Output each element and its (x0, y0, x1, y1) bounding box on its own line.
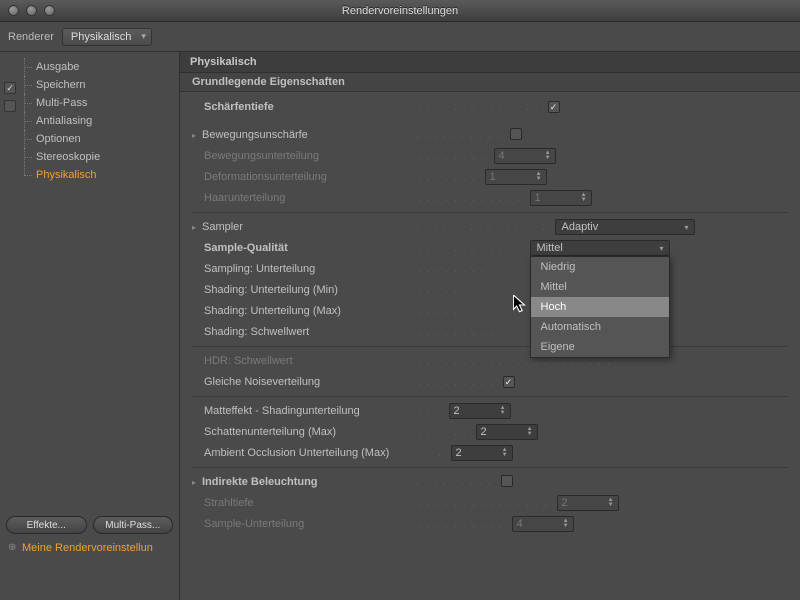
quality-option[interactable]: Hoch (531, 297, 669, 317)
renderer-label: Renderer (8, 31, 54, 43)
renderer-bar: Renderer Physikalisch (0, 22, 800, 52)
quality-option[interactable]: Mittel (531, 277, 669, 297)
renderer-select[interactable]: Physikalisch (62, 28, 152, 46)
sidebar-item-speichern[interactable]: Speichern (24, 76, 175, 94)
sample-sub-label: Sample-Unterteilung (204, 518, 414, 530)
ao-label: Ambient Occlusion Unterteilung (Max) (204, 447, 434, 459)
shadow-spinner[interactable]: 2▲▼ (476, 424, 538, 440)
gi-label: Indirekte Beleuchtung (202, 476, 412, 488)
sidebar-item-stereoskopie[interactable]: Stereoskopie (24, 148, 175, 166)
motion-label: Bewegungsunschärfe (202, 129, 412, 141)
sidebar-item-physikalisch[interactable]: Physikalisch (24, 166, 175, 184)
quality-select[interactable]: Mittel (530, 240, 670, 256)
motion-checkbox[interactable] (510, 128, 522, 140)
zoom-icon[interactable] (44, 5, 55, 16)
my-render-preset[interactable]: Meine Rendervoreinstellun (6, 542, 173, 554)
raydepth-label: Strahltiefe (204, 497, 414, 509)
group-title: Grundlegende Eigenschaften (180, 73, 800, 92)
quality-option[interactable]: Automatisch (531, 317, 669, 337)
dof-label: Schärfentiefe (204, 101, 414, 113)
matte-spinner[interactable]: 2▲▼ (449, 403, 511, 419)
gi-checkbox[interactable] (501, 475, 513, 487)
checkbox-multipass[interactable] (4, 100, 16, 112)
deform-sub-label: Deformationsunterteilung (204, 171, 414, 183)
panel-title: Physikalisch (180, 52, 800, 73)
sidebar: ✓ Ausgabe Speichern Multi-Pass Antialias… (0, 52, 180, 600)
quality-dropdown-menu[interactable]: NiedrigMittelHochAutomatischEigene (530, 256, 670, 358)
render-tree: Ausgabe Speichern Multi-Pass Antialiasin… (0, 58, 179, 184)
window-titlebar: Rendervoreinstellungen (0, 0, 800, 22)
hair-sub-spinner[interactable]: 1▲▼ (530, 190, 592, 206)
ao-spinner[interactable]: 2▲▼ (451, 445, 513, 461)
checkbox-speichern[interactable]: ✓ (4, 82, 16, 94)
sidebar-item-ausgabe[interactable]: Ausgabe (24, 58, 175, 76)
multipass-button[interactable]: Multi-Pass... (93, 516, 174, 534)
sidebar-item-optionen[interactable]: Optionen (24, 130, 175, 148)
matte-label: Matteffekt - Shadingunterteilung (204, 405, 414, 417)
close-icon[interactable] (8, 5, 19, 16)
traffic-lights (8, 5, 55, 16)
disclosure-icon[interactable]: ▸ (192, 131, 202, 140)
effects-button[interactable]: Effekte... (6, 516, 87, 534)
sampler-label: Sampler (202, 221, 412, 233)
raydepth-spinner[interactable]: 2▲▼ (557, 495, 619, 511)
motion-sub-spinner[interactable]: 4▲▼ (494, 148, 556, 164)
sampler-select[interactable]: Adaptiv (555, 219, 695, 235)
window-title: Rendervoreinstellungen (342, 5, 458, 17)
dof-checkbox[interactable]: ✓ (548, 101, 560, 113)
disclosure-icon[interactable]: ▸ (192, 478, 202, 487)
disclosure-icon[interactable]: ▸ (192, 223, 202, 232)
sampling-sub-label: Sampling: Unterteilung (204, 263, 414, 275)
deform-sub-spinner[interactable]: 1▲▼ (485, 169, 547, 185)
quality-label: Sample-Qualität (204, 242, 414, 254)
shading-min-label: Shading: Unterteilung (Min) (204, 284, 414, 296)
shadow-label: Schattenunterteilung (Max) (204, 426, 414, 438)
noise-label: Gleiche Noiseverteilung (204, 376, 414, 388)
sample-sub-spinner[interactable]: 4▲▼ (512, 516, 574, 532)
noise-checkbox[interactable]: ✓ (503, 376, 515, 388)
hair-sub-label: Haarunterteilung (204, 192, 414, 204)
sidebar-item-multipass[interactable]: Multi-Pass (24, 94, 175, 112)
motion-sub-label: Bewegungsunterteilung (204, 150, 414, 162)
quality-option[interactable]: Eigene (531, 337, 669, 357)
minimize-icon[interactable] (26, 5, 37, 16)
sidebar-item-antialiasing[interactable]: Antialiasing (24, 112, 175, 130)
shading-max-label: Shading: Unterteilung (Max) (204, 305, 414, 317)
shading-thresh-label: Shading: Schwellwert (204, 326, 414, 338)
quality-option[interactable]: Niedrig (531, 257, 669, 277)
hdr-thresh-label: HDR: Schwellwert (204, 355, 414, 367)
settings-panel: Physikalisch Grundlegende Eigenschaften … (180, 52, 800, 600)
